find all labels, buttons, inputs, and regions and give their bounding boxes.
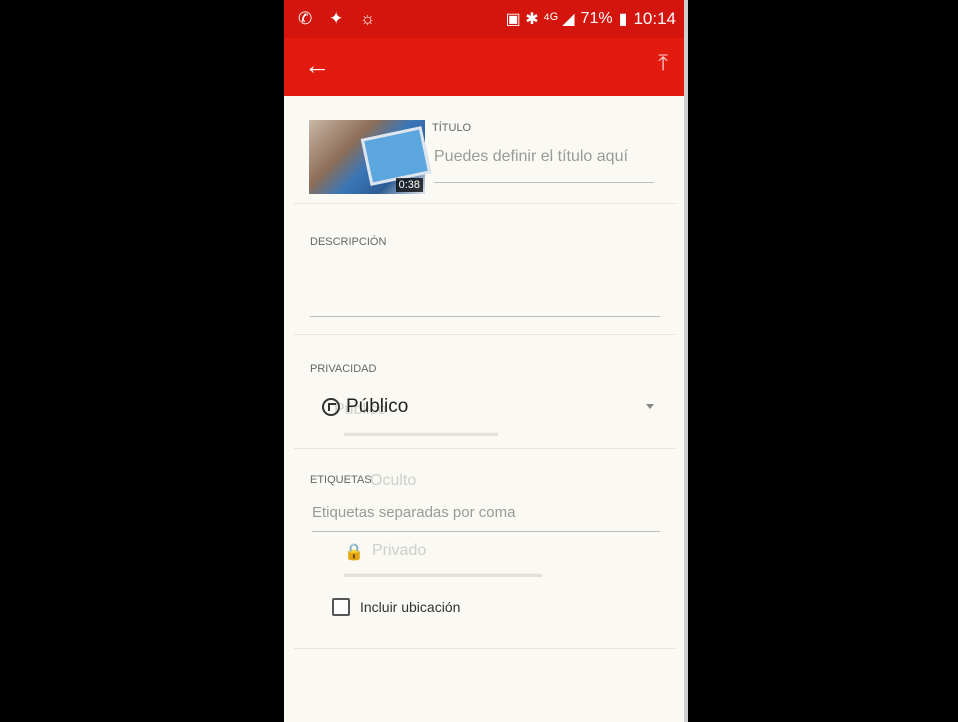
- divider: [294, 334, 676, 335]
- ghost-option-hidden: Oculto: [370, 472, 417, 489]
- privacy-selector[interactable]: Público: [322, 396, 408, 418]
- title-input[interactable]: Puedes definir el título aquí: [434, 148, 628, 166]
- lock-icon: 🔒: [344, 544, 364, 561]
- back-arrow-icon[interactable]: ←: [304, 50, 330, 81]
- divider: [294, 203, 676, 204]
- battery-icon: ▮: [618, 11, 628, 28]
- location-checkbox[interactable]: [332, 598, 350, 616]
- location-checkbox-row[interactable]: Incluir ubicación: [332, 598, 460, 616]
- clock: 10:14: [633, 9, 676, 28]
- title-underline: [434, 182, 654, 183]
- description-input[interactable]: [310, 316, 660, 317]
- video-duration: 0:38: [395, 178, 423, 192]
- system-status: ▣ ✱ ⁴ᴳ ◢ 71% ▮ 10:14: [506, 9, 676, 29]
- dropdown-arrow-icon[interactable]: [646, 404, 654, 409]
- divider: [294, 448, 676, 449]
- privacy-selected-value: Público: [346, 396, 409, 417]
- tags-input[interactable]: Etiquetas separadas por coma: [312, 504, 515, 521]
- battery-level: 71%: [580, 10, 613, 27]
- divider: [294, 648, 676, 649]
- tags-label: ETIQUETAS: [310, 474, 372, 486]
- ghost-option-private: Privado: [372, 542, 427, 559]
- title-label: TÍTULO: [432, 122, 472, 134]
- signal-icons: ▣ ✱ ⁴ᴳ ◢: [505, 11, 575, 28]
- ghost-option-description: ▬▬▬▬▬▬▬▬▬▬▬▬▬▬▬▬▬▬: [344, 568, 542, 580]
- privacy-label: PRIVACIDAD: [310, 363, 377, 375]
- phone-screen: ✆ ✦ ☼ ▣ ✱ ⁴ᴳ ◢ 71% ▮ 10:14 ← ⤒ 0:38 TÍTU…: [284, 0, 686, 722]
- screen-edge: [684, 0, 688, 722]
- location-label: Incluir ubicación: [360, 599, 461, 615]
- app-bar: [284, 38, 686, 96]
- description-label: DESCRIPCIÓN: [310, 236, 387, 248]
- upload-icon[interactable]: ⤒: [658, 50, 668, 76]
- globe-icon: [322, 398, 340, 416]
- status-bar: ✆ ✦ ☼ ▣ ✱ ⁴ᴳ ◢ 71% ▮ 10:14: [284, 0, 686, 38]
- ghost-option-description: ▬▬▬▬▬▬▬▬▬▬▬▬▬▬: [344, 427, 498, 439]
- video-thumbnail: 0:38: [309, 120, 432, 194]
- thumbnail-image: [360, 126, 432, 186]
- tags-underline: [312, 531, 660, 532]
- notification-icons: ✆ ✦ ☼: [298, 9, 382, 28]
